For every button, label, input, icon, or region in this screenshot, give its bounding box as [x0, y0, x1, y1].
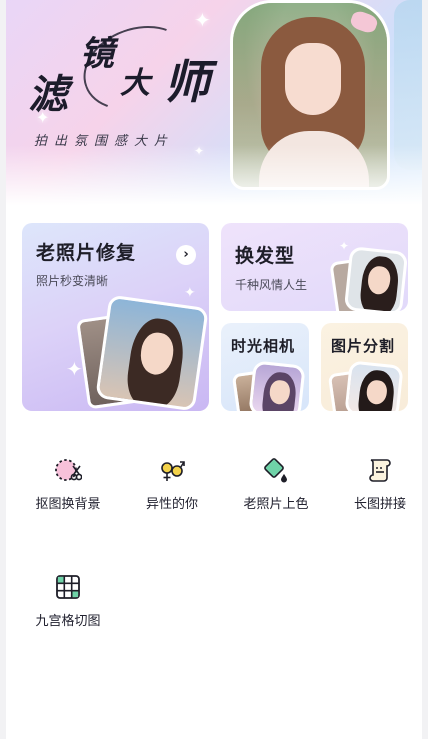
sparkle-icon: ✦ — [184, 285, 196, 301]
restored-photo-thumbnail — [95, 294, 209, 411]
tool-gender-swap[interactable]: 异性的你 — [120, 456, 224, 526]
grid-icon — [56, 575, 80, 599]
gender-swap-icon — [161, 461, 185, 481]
hero-banner[interactable]: 滤 镜 大 师 拍出氛围感大片 ✦ ✦ ✦ — [6, 0, 422, 205]
hairstyle-after-thumbnail — [343, 246, 408, 311]
card-subtitle: 照片秒变清晰 — [36, 274, 109, 288]
banner-title-char: 镜 — [80, 34, 114, 74]
tool-long-image-stitch[interactable]: 长图拼接 — [328, 456, 422, 526]
sparkle-icon: ✦ — [66, 357, 83, 381]
tool-label: 抠图换背景 — [35, 497, 101, 512]
tool-colorize-old-photo[interactable]: 老照片上色 — [224, 456, 328, 526]
image-split-thumbnail — [344, 360, 404, 411]
tool-label: 九宫格切图 — [35, 614, 101, 629]
tool-nine-grid-cut[interactable]: 九宫格切图 — [16, 573, 120, 643]
app-screen: 滤 镜 大 师 拍出氛围感大片 ✦ ✦ ✦ 老照片修复 › 照片秒变清晰 ✦ ✦ — [6, 0, 422, 739]
banner-title-char: 大 — [120, 66, 150, 101]
sparkle-icon: ✦ — [36, 108, 50, 127]
tool-label: 长图拼接 — [353, 497, 406, 512]
card-title: 图片分割 — [331, 337, 396, 355]
time-camera-card[interactable]: 时光相机 — [221, 323, 309, 411]
banner-subtitle: 拍出氛围感大片 — [34, 134, 175, 149]
banner-next-slide — [394, 0, 422, 170]
sparkle-icon: ✦ — [194, 144, 205, 158]
tool-label: 异性的你 — [145, 497, 198, 512]
card-title: 换发型 — [235, 245, 296, 267]
card-title: 老照片修复 — [36, 242, 137, 264]
scroll-icon — [369, 459, 391, 482]
old-photo-restore-card[interactable]: 老照片修复 › 照片秒变清晰 ✦ ✦ — [22, 223, 209, 411]
chevron-right-icon[interactable]: › — [176, 245, 196, 265]
card-title: 时光相机 — [231, 337, 296, 355]
banner-model-photo — [230, 0, 390, 190]
tool-cutout-background[interactable]: 抠图换背景 — [16, 456, 120, 526]
hairstyle-change-card[interactable]: 换发型 千种风情人生 ✦ — [221, 223, 408, 311]
paint-bucket-icon — [264, 458, 287, 483]
right-edge — [422, 0, 428, 739]
tool-label: 老照片上色 — [243, 497, 309, 512]
banner-title-char: 师 — [164, 55, 210, 109]
sparkle-icon: ✦ — [194, 8, 211, 32]
image-split-card[interactable]: 图片分割 — [321, 323, 408, 411]
card-subtitle: 千种风情人生 — [235, 278, 308, 292]
cutout-scissors-icon — [55, 459, 82, 481]
banner-title: 滤 镜 大 师 — [26, 11, 226, 125]
sparkle-icon: ✦ — [339, 239, 350, 253]
time-camera-thumbnail — [248, 360, 306, 411]
